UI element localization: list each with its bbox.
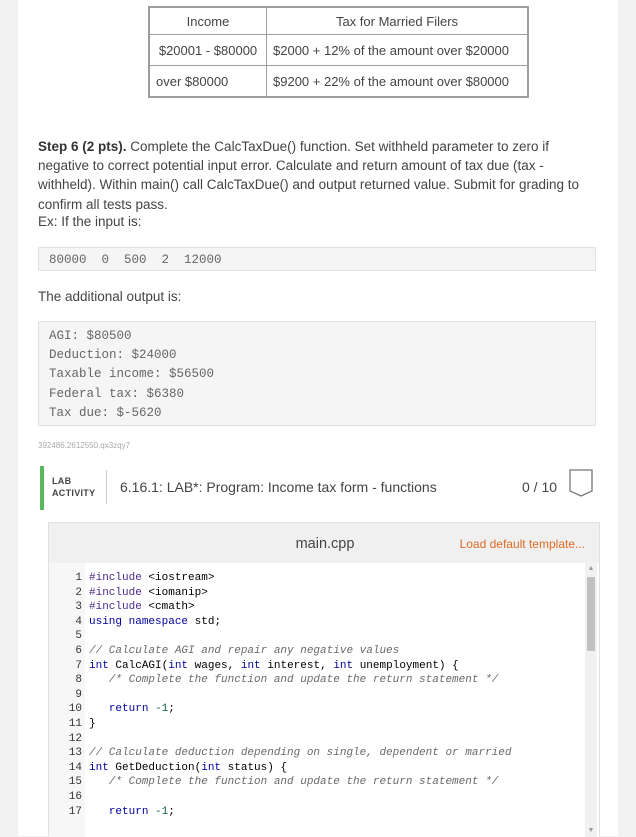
additional-output: AGI: $80500 Deduction: $24000 Taxable in… — [38, 321, 596, 426]
code-text: /* Complete the function and update the … — [89, 776, 499, 789]
divider — [106, 470, 107, 504]
activity-tag: 392486.2612550.qx3zqy7 — [38, 441, 131, 450]
line-number: 8 — [75, 674, 82, 687]
tax-table: Income Tax for Married Filers $20001 - $… — [148, 6, 529, 98]
output-line: Deduction: $24000 — [49, 348, 177, 363]
output-line: AGI: $80500 — [49, 329, 132, 343]
editor-scrollbar[interactable]: ▲ ▼ — [585, 563, 597, 837]
line-number: 1 — [75, 572, 82, 584]
page: Income Tax for Married Filers $20001 - $… — [18, 0, 618, 837]
scroll-up-icon[interactable]: ▲ — [585, 563, 597, 575]
code-line: 15 /* Complete the function and update t… — [49, 775, 511, 790]
line-number: 2 — [75, 586, 82, 599]
code-line: 5 — [49, 629, 511, 644]
line-number: 14 — [68, 761, 82, 774]
code-text: return -1; — [108, 805, 175, 818]
code-text: int CalcAGI(int wages, int interest, int… — [89, 659, 459, 672]
column-header-income: Income — [148, 6, 267, 35]
scrollbar-thumb[interactable] — [587, 577, 595, 651]
tax-cell: $2000 + 12% of the amount over $20000 — [266, 34, 529, 66]
line-number: 17 — [68, 805, 82, 818]
lab-activity-header: LAB ACTIVITY 6.16.1: LAB*: Program: Inco… — [40, 466, 600, 510]
scroll-down-icon[interactable]: ▼ — [585, 825, 597, 837]
code-line: 12 — [49, 732, 511, 747]
code-text: #include <iostream> — [89, 572, 215, 584]
line-number: 9 — [75, 688, 82, 701]
code-line: 1 #include <iostream> — [49, 571, 511, 586]
output-line: Tax due: $-5620 — [49, 405, 162, 420]
code-text: #include <iomanip> — [89, 586, 208, 599]
line-number: 4 — [75, 615, 82, 628]
completion-badge-icon — [569, 469, 593, 497]
line-number: 5 — [75, 630, 82, 643]
line-number: 7 — [75, 659, 82, 672]
tax-cell: $9200 + 22% of the amount over $80000 — [266, 65, 529, 98]
income-cell: over $80000 — [148, 65, 267, 98]
code-line: 4 using namespace std; — [49, 615, 511, 630]
line-number: 13 — [68, 747, 82, 760]
code-line: 16 — [49, 790, 511, 805]
code-line: 14 int GetDeduction(int status) { — [49, 761, 511, 776]
lab-label-line: LAB — [52, 476, 72, 486]
code-line: 11} — [49, 717, 511, 732]
additional-output-label: The additional output is: — [38, 289, 182, 304]
step-instructions: Step 6 (2 pts). Complete the CalcTaxDue(… — [38, 137, 594, 214]
code-line: 8 /* Complete the function and update th… — [49, 673, 511, 688]
code-area[interactable]: 1 #include <iostream> 2 #include <iomanip> 3… — [49, 563, 599, 837]
code-text: using namespace std; — [89, 615, 222, 628]
code-editor: main.cpp Load default template... 1 #incl… — [48, 522, 600, 837]
lab-title: 6.16.1: LAB*: Program: Income tax form -… — [120, 479, 437, 495]
table-row: over $80000 $9200 + 22% of the amount ov… — [148, 65, 529, 98]
load-default-template-link[interactable]: Load default template... — [460, 537, 585, 551]
code-line: 9 — [49, 688, 511, 703]
income-cell: $20001 - $80000 — [148, 34, 267, 66]
code-text: return -1; — [108, 703, 175, 716]
line-number: 10 — [68, 703, 82, 716]
column-header-tax: Tax for Married Filers — [266, 6, 529, 35]
code-text: // Calculate deduction depending on sing… — [89, 747, 512, 760]
line-number: 6 — [75, 644, 82, 657]
table-row: $20001 - $80000 $2000 + 12% of the amoun… — [148, 34, 529, 66]
code-line: 7 int CalcAGI(int wages, int interest, in… — [49, 659, 511, 674]
code-line: 2 #include <iomanip> — [49, 586, 511, 601]
step-heading: Step 6 (2 pts). — [38, 139, 127, 154]
example-label: Ex: If the input is: — [38, 214, 142, 229]
lab-score: 0 / 10 — [522, 479, 558, 495]
lab-activity-label: LAB ACTIVITY — [52, 475, 95, 499]
code-text: #include <cmath> — [89, 601, 195, 614]
output-line: Taxable income: $56500 — [49, 367, 215, 382]
line-number: 15 — [68, 776, 82, 789]
example-input: 80000 0 500 2 12000 — [38, 247, 596, 271]
line-number: 3 — [75, 601, 82, 614]
code-text: } — [89, 717, 96, 730]
code-line: 10 return -1; — [49, 702, 511, 717]
code-line: 3 #include <cmath> — [49, 600, 511, 615]
code-text: int GetDeduction(int status) { — [89, 761, 288, 774]
code-line: 13 // Calculate deduction depending on si… — [49, 746, 512, 761]
code-text: /* Complete the function and update the … — [89, 674, 499, 687]
line-number: 16 — [68, 790, 82, 803]
code-text: // Calculate AGI and repair any negative… — [89, 644, 400, 657]
line-number: 11 — [68, 717, 82, 730]
output-line: Federal tax: $6380 — [49, 386, 185, 401]
code-line: 17 return -1; — [49, 805, 511, 820]
tax-table-header: Income Tax for Married Filers — [148, 6, 529, 35]
code-lines: 1 #include <iostream> 2 #include <iomanip> 3… — [49, 571, 512, 820]
code-line: 6 // Calculate AGI and repair any negativ… — [49, 644, 511, 659]
lab-label-line: ACTIVITY — [52, 488, 96, 498]
line-number: 12 — [68, 732, 82, 745]
